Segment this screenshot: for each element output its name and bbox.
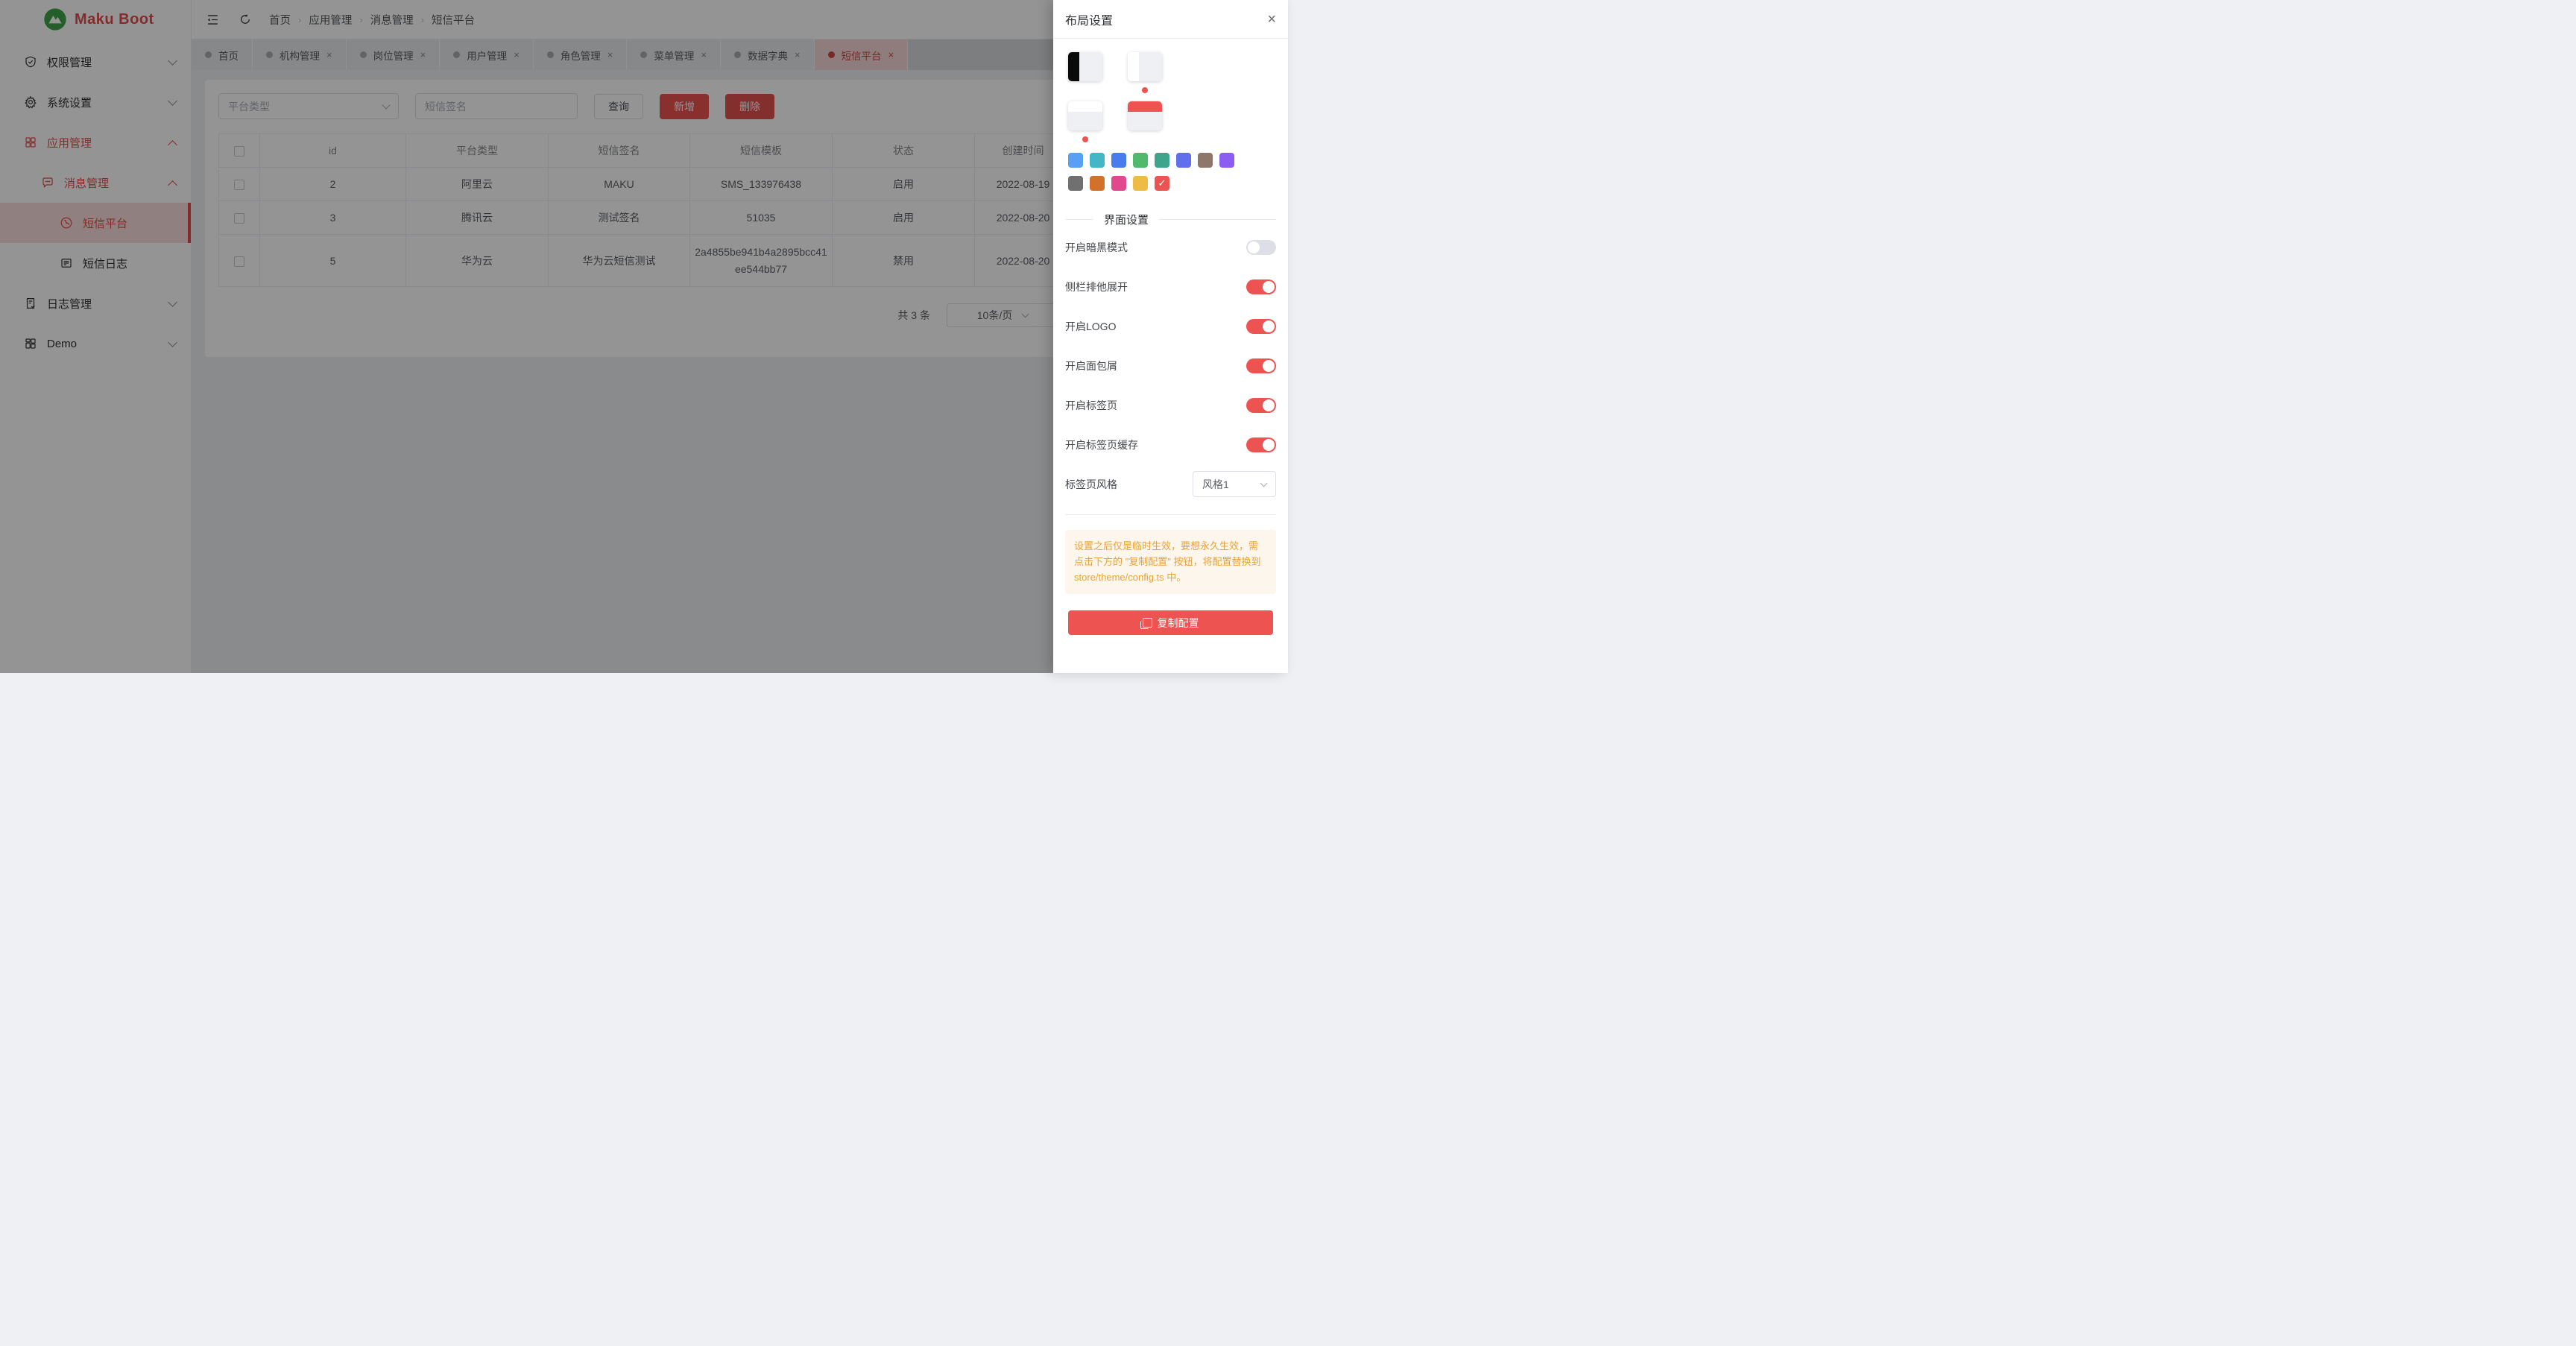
layout-selected-dot	[1082, 136, 1088, 142]
setting-label: 侧栏排他展开	[1065, 279, 1128, 294]
setting-label: 开启面包屑	[1065, 358, 1117, 373]
breadcrumb-toggle[interactable]	[1246, 358, 1276, 373]
theme-color-swatch[interactable]	[1133, 153, 1148, 168]
layout-thumb-sidebar	[1068, 52, 1079, 81]
drawer-header: 布局设置 ×	[1053, 0, 1288, 39]
theme-color-swatch[interactable]	[1111, 153, 1126, 168]
copy-config-label: 复制配置	[1158, 616, 1199, 631]
layout-selected-dot	[1142, 87, 1148, 93]
layout-thumb-content	[1139, 52, 1162, 81]
copy-config-button[interactable]: 复制配置	[1068, 610, 1273, 635]
setting-dark-mode: 开启暗黑模式	[1065, 227, 1276, 267]
modal-overlay[interactable]	[0, 0, 1053, 673]
close-icon[interactable]: ×	[1267, 12, 1276, 27]
tab-style-value: 风格1	[1202, 477, 1229, 492]
interface-settings-title: 界面设置	[1104, 212, 1149, 227]
layout-thumb-header	[1068, 101, 1102, 112]
drawer-body: ✓ 界面设置 开启暗黑模式 侧栏排他展开 开启LOGO 开启面包屑 开启标签页	[1053, 39, 1288, 673]
setting-sidebar-accordion: 侧栏排他展开	[1065, 267, 1276, 306]
setting-label: 开启标签页缓存	[1065, 437, 1138, 452]
layout-settings-drawer: 布局设置 ×	[1053, 0, 1288, 673]
setting-tabs: 开启标签页	[1065, 385, 1276, 425]
layout-option-top-white-header[interactable]	[1068, 101, 1102, 130]
setting-logo: 开启LOGO	[1065, 306, 1276, 346]
setting-tabs-cache: 开启标签页缓存	[1065, 425, 1276, 464]
sidebar-accordion-toggle[interactable]	[1246, 279, 1276, 294]
setting-label: 开启暗黑模式	[1065, 240, 1128, 255]
copy-icon	[1143, 618, 1152, 628]
layout-thumb-header	[1128, 101, 1162, 112]
layout-option-light-sidebar[interactable]	[1128, 52, 1162, 81]
theme-color-swatch[interactable]	[1219, 153, 1234, 168]
layout-options	[1065, 52, 1276, 130]
tabs-toggle[interactable]	[1246, 398, 1276, 413]
theme-color-swatch[interactable]	[1198, 153, 1213, 168]
setting-label: 开启LOGO	[1065, 319, 1116, 334]
dark-mode-toggle[interactable]	[1246, 240, 1276, 255]
theme-color-swatch[interactable]	[1133, 176, 1148, 191]
layout-option-dark-sidebar[interactable]	[1068, 52, 1102, 81]
setting-breadcrumb: 开启面包屑	[1065, 346, 1276, 385]
layout-thumb-sidebar	[1128, 52, 1139, 81]
tab-style-select[interactable]: 风格1	[1193, 471, 1276, 497]
logo-toggle[interactable]	[1246, 319, 1276, 334]
theme-color-swatch-selected[interactable]: ✓	[1155, 176, 1169, 191]
setting-label: 开启标签页	[1065, 398, 1117, 413]
layout-thumb-content	[1079, 52, 1102, 81]
drawer-title: 布局设置	[1065, 10, 1113, 28]
setting-tab-style: 标签页风格 风格1	[1065, 464, 1276, 504]
theme-color-swatch[interactable]	[1068, 153, 1083, 168]
drawer-divider	[1065, 514, 1276, 515]
theme-color-swatch[interactable]	[1068, 176, 1083, 191]
tabs-cache-toggle[interactable]	[1246, 437, 1276, 452]
settings-warning-alert: 设置之后仅是临时生效，要想永久生效，需点击下方的 "复制配置" 按钮，将配置替换…	[1065, 530, 1276, 594]
layout-option-top-primary-header[interactable]	[1128, 101, 1162, 130]
check-icon: ✓	[1158, 177, 1167, 189]
theme-color-swatch[interactable]	[1111, 176, 1126, 191]
theme-color-swatch[interactable]	[1176, 153, 1191, 168]
theme-color-swatches: ✓	[1065, 153, 1244, 191]
theme-color-swatch[interactable]	[1090, 153, 1105, 168]
setting-label: 标签页风格	[1065, 477, 1117, 492]
theme-color-swatch[interactable]	[1090, 176, 1105, 191]
chevron-down-icon	[1260, 479, 1268, 487]
interface-settings-divider: 界面设置	[1065, 212, 1276, 227]
theme-color-swatch[interactable]	[1155, 153, 1169, 168]
